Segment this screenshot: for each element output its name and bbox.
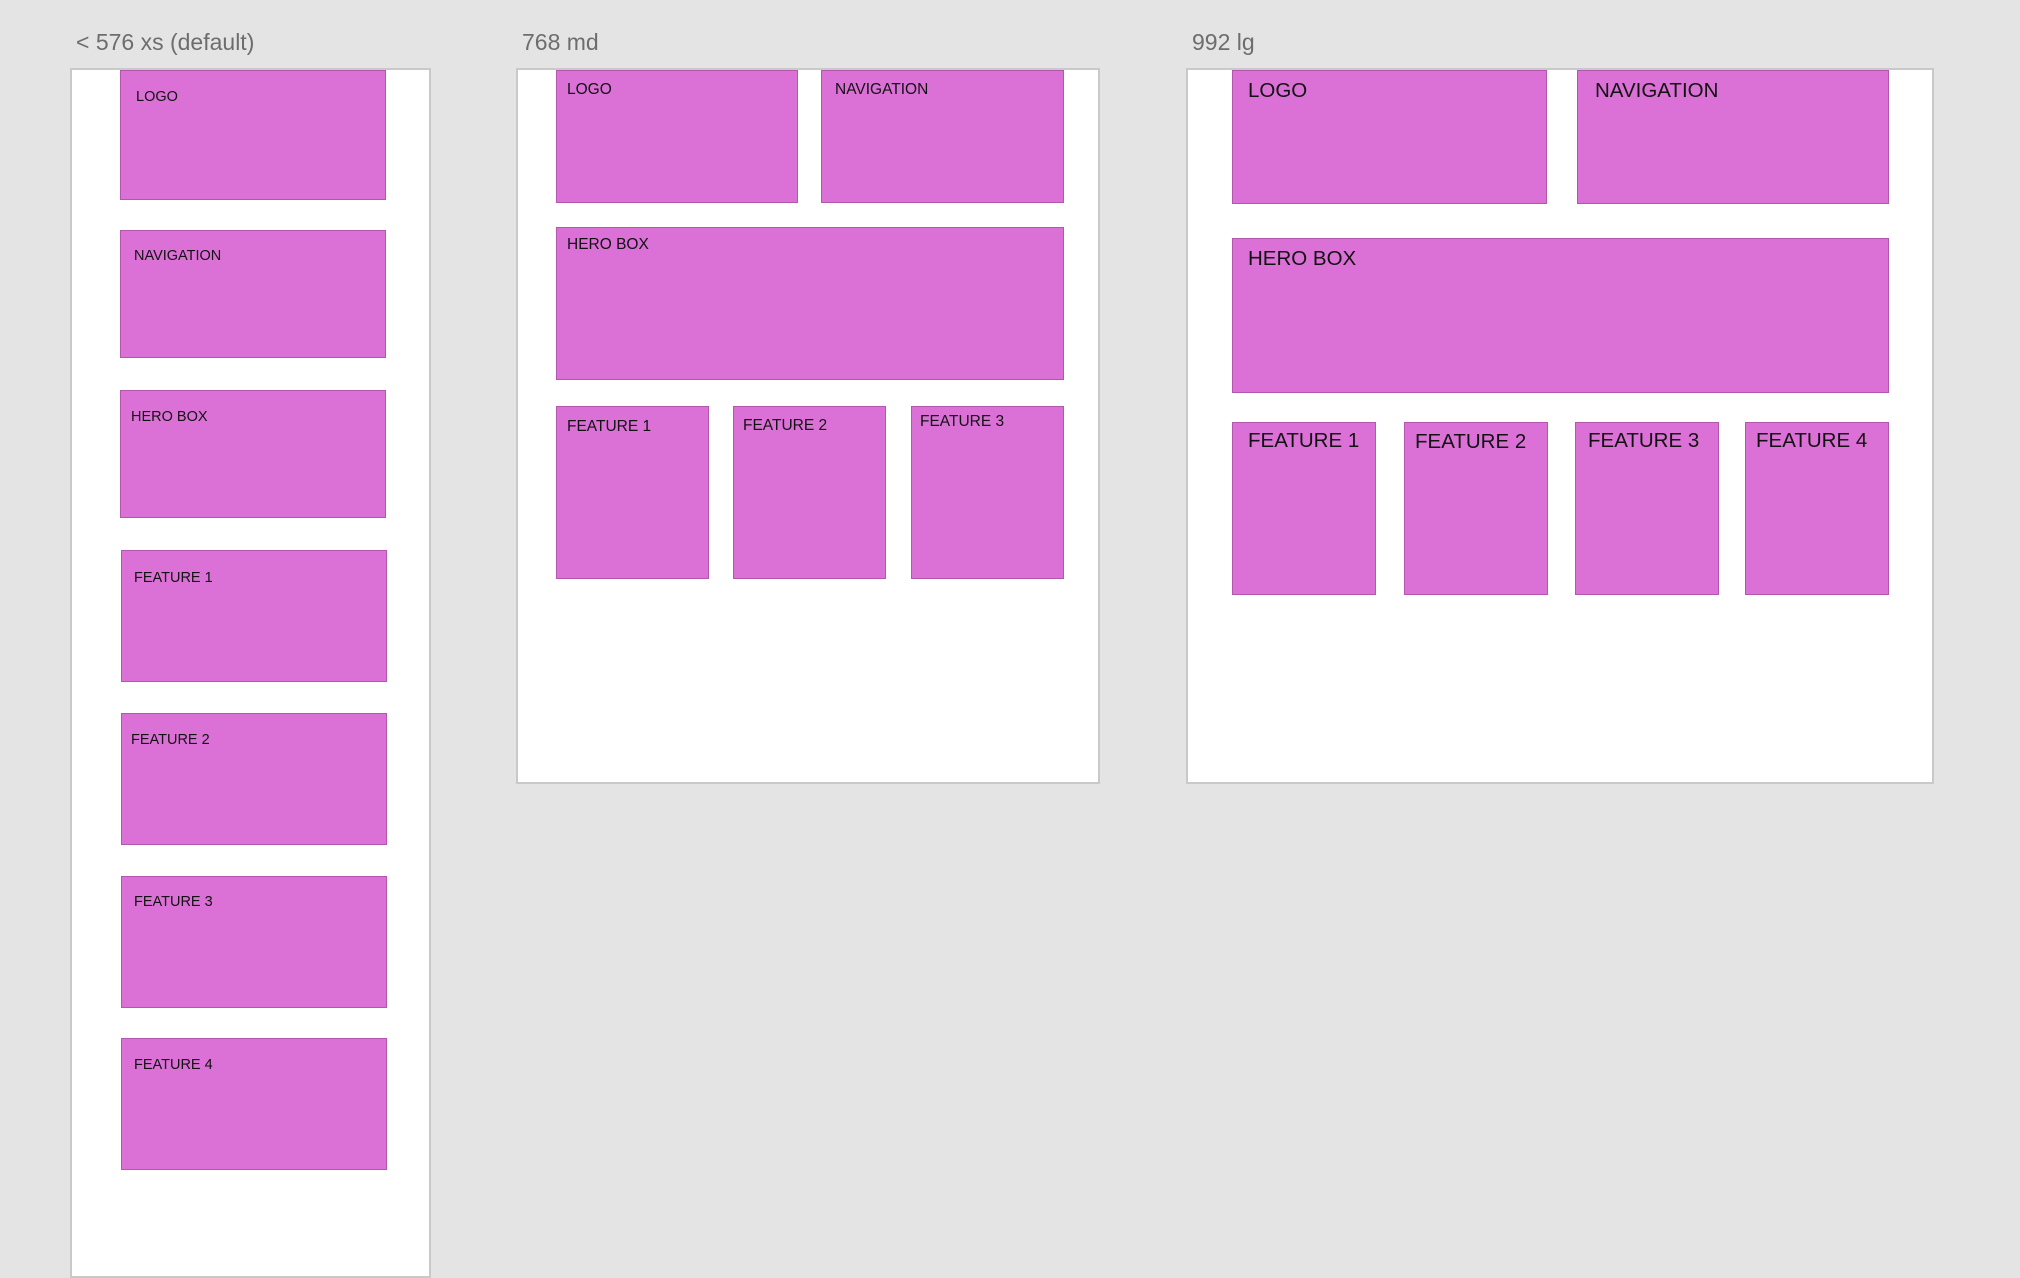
lg-feature-1-box[interactable]: FEATURE 1 xyxy=(1232,422,1376,595)
md-navigation-label: NAVIGATION xyxy=(835,81,929,98)
lg-feature-3-label: FEATURE 3 xyxy=(1588,429,1700,452)
artboard-label-xs: < 576 xs (default) xyxy=(76,29,255,55)
lg-hero-box[interactable]: HERO BOX xyxy=(1232,238,1889,393)
artboard-xs[interactable]: LOGO NAVIGATION HERO BOX FEATURE 1 FEATU… xyxy=(70,68,431,1278)
lg-feature-3-box[interactable]: FEATURE 3 xyxy=(1575,422,1719,595)
xs-feature-2-box[interactable]: FEATURE 2 xyxy=(121,713,387,845)
artboard-md[interactable]: LOGO NAVIGATION HERO BOX FEATURE 1 FEATU… xyxy=(516,68,1100,784)
lg-navigation-box[interactable]: NAVIGATION xyxy=(1577,70,1889,204)
md-hero-label: HERO BOX xyxy=(567,236,649,253)
xs-navigation-label: NAVIGATION xyxy=(134,248,222,264)
xs-feature-1-box[interactable]: FEATURE 1 xyxy=(121,550,387,682)
lg-feature-2-label: FEATURE 2 xyxy=(1415,430,1527,453)
xs-hero-label: HERO BOX xyxy=(131,409,208,425)
md-feature-1-label: FEATURE 1 xyxy=(567,418,652,435)
md-feature-1-box[interactable]: FEATURE 1 xyxy=(556,406,709,579)
md-logo-box[interactable]: LOGO xyxy=(556,70,798,203)
md-feature-3-label: FEATURE 3 xyxy=(920,413,1005,430)
lg-logo-label: LOGO xyxy=(1248,79,1308,102)
lg-feature-4-box[interactable]: FEATURE 4 xyxy=(1745,422,1889,595)
xs-feature-4-label: FEATURE 4 xyxy=(134,1057,213,1073)
md-logo-label: LOGO xyxy=(567,81,612,98)
xs-logo-box[interactable]: LOGO xyxy=(120,70,386,200)
artboard-label-md: 768 md xyxy=(522,29,599,55)
xs-feature-1-label: FEATURE 1 xyxy=(134,570,213,586)
lg-hero-label: HERO BOX xyxy=(1248,247,1357,270)
xs-feature-3-label: FEATURE 3 xyxy=(134,894,213,910)
md-feature-2-box[interactable]: FEATURE 2 xyxy=(733,406,886,579)
md-feature-3-box[interactable]: FEATURE 3 xyxy=(911,406,1064,579)
lg-logo-box[interactable]: LOGO xyxy=(1232,70,1547,204)
xs-feature-2-label: FEATURE 2 xyxy=(131,732,210,748)
lg-feature-2-box[interactable]: FEATURE 2 xyxy=(1404,422,1548,595)
lg-feature-4-label: FEATURE 4 xyxy=(1756,429,1868,452)
md-hero-box[interactable]: HERO BOX xyxy=(556,227,1064,380)
xs-feature-3-box[interactable]: FEATURE 3 xyxy=(121,876,387,1008)
md-feature-2-label: FEATURE 2 xyxy=(743,417,828,434)
xs-navigation-box[interactable]: NAVIGATION xyxy=(120,230,386,358)
artboard-lg[interactable]: LOGO NAVIGATION HERO BOX FEATURE 1 FEATU… xyxy=(1186,68,1934,784)
artboard-label-lg: 992 lg xyxy=(1192,29,1255,55)
md-navigation-box[interactable]: NAVIGATION xyxy=(821,70,1064,203)
xs-logo-label: LOGO xyxy=(136,89,178,105)
xs-hero-box[interactable]: HERO BOX xyxy=(120,390,386,518)
xs-feature-4-box[interactable]: FEATURE 4 xyxy=(121,1038,387,1170)
lg-feature-1-label: FEATURE 1 xyxy=(1248,429,1360,452)
lg-navigation-label: NAVIGATION xyxy=(1595,79,1719,102)
